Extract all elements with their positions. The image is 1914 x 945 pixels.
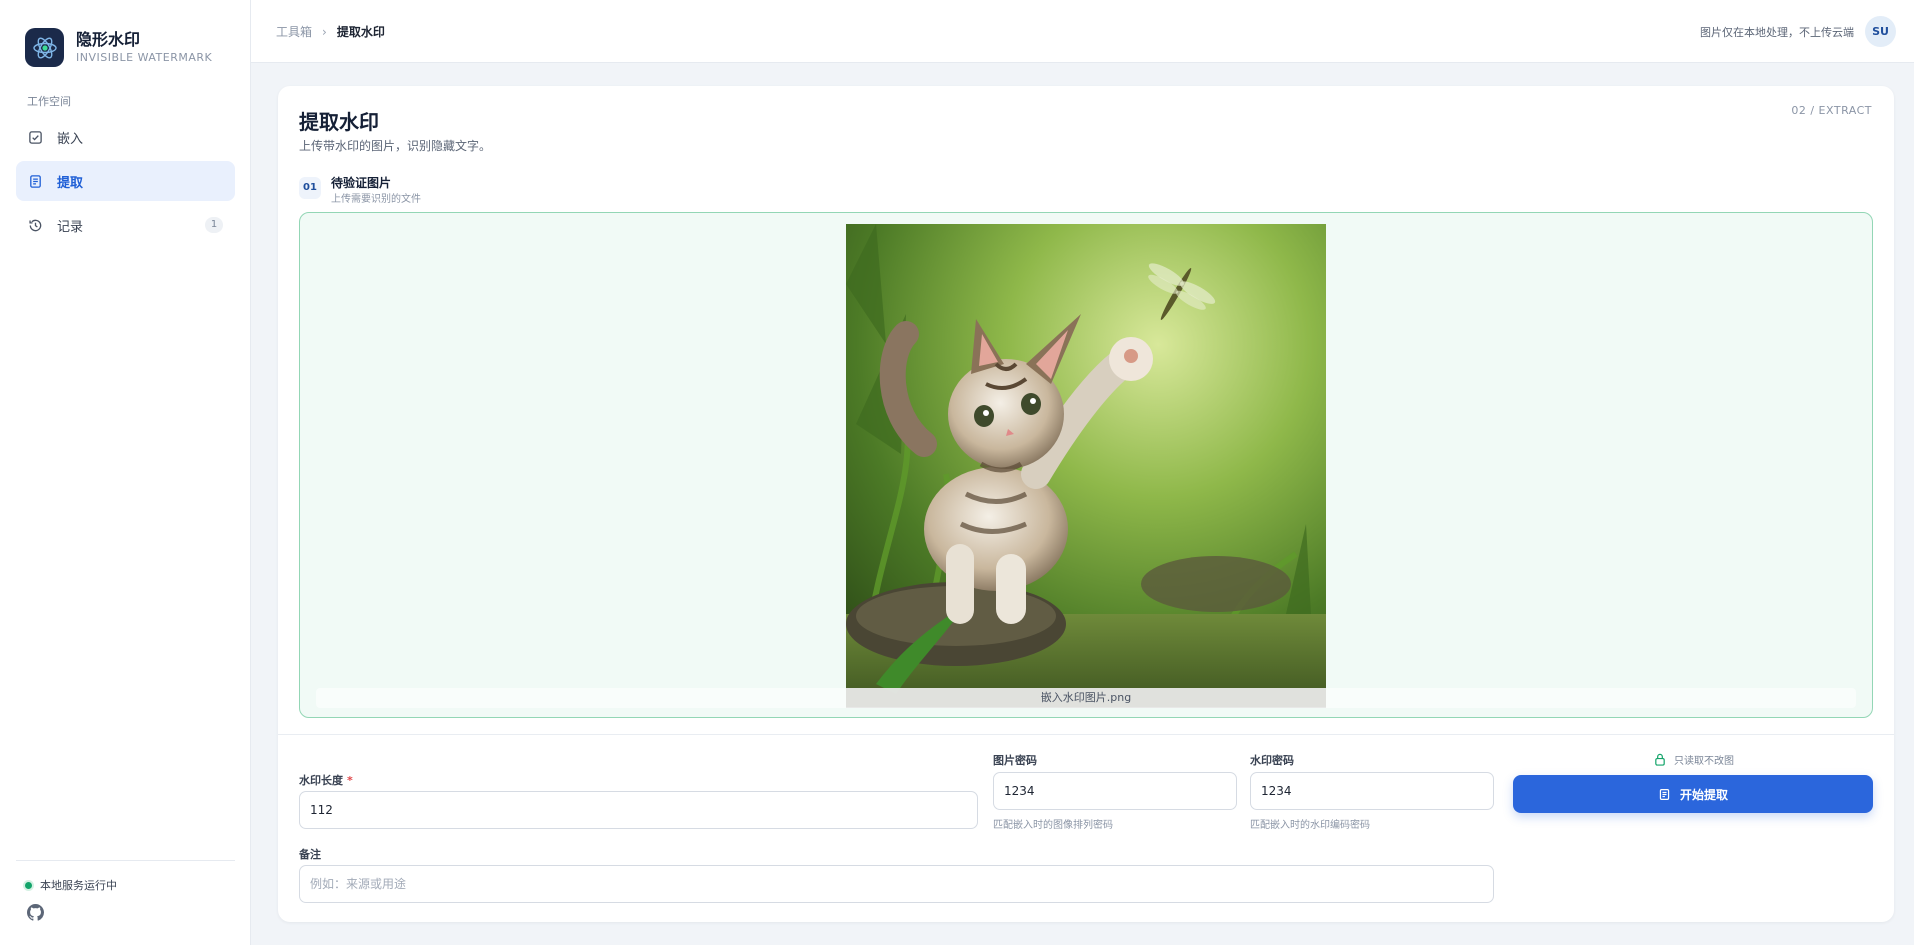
page-title: 提取水印 xyxy=(299,110,379,134)
upload-dropzone[interactable]: 嵌入水印图片.png xyxy=(299,212,1873,718)
step-subtitle: 上传需要识别的文件 xyxy=(331,194,421,205)
watermark-password-hint: 匹配嵌入时的水印编码密码 xyxy=(1250,820,1370,831)
brand-title: 隐形水印 xyxy=(76,29,141,49)
sidebar-item-label: 提取 xyxy=(57,175,84,191)
uploaded-filename: 嵌入水印图片.png xyxy=(846,688,1326,708)
sidebar-item-label: 记录 xyxy=(57,219,84,235)
step-tag: 02 / EXTRACT xyxy=(1791,104,1872,117)
sidebar-item-history[interactable]: 记录 1 xyxy=(16,205,235,245)
privacy-note: 图片仅在本地处理，不上传云端 xyxy=(1700,26,1854,39)
lock-icon xyxy=(1655,753,1665,766)
sidebar: 隐形水印 INVISIBLE WATERMARK 工作空间 嵌入 提取 记录 1… xyxy=(0,0,251,945)
image-password-hint: 匹配嵌入时的图像排列密码 xyxy=(993,820,1113,831)
sidebar-divider xyxy=(16,860,235,861)
atom-logo-icon xyxy=(25,28,64,67)
uploaded-image-preview xyxy=(846,224,1326,707)
breadcrumb-root[interactable]: 工具箱 xyxy=(276,23,312,40)
sidebar-item-label: 嵌入 xyxy=(57,131,84,147)
image-password-label: 图片密码 xyxy=(993,754,1037,767)
step-number: 01 xyxy=(299,177,321,199)
brand[interactable]: 隐形水印 INVISIBLE WATERMARK xyxy=(25,28,212,67)
start-extract-button[interactable]: 开始提取 xyxy=(1513,775,1873,813)
breadcrumb-current: 提取水印 xyxy=(336,25,385,39)
document-icon xyxy=(1659,788,1670,800)
card-divider xyxy=(278,734,1894,735)
note-input[interactable]: 例如：来源或用途 xyxy=(299,865,1494,903)
topbar: 工具箱 › 提取水印 图片仅在本地处理，不上传云端 SU xyxy=(251,0,1914,63)
readonly-note: 只读取不改图 xyxy=(1654,752,1734,767)
chevron-right-icon: › xyxy=(322,24,327,39)
readonly-note-text: 只读取不改图 xyxy=(1674,756,1734,767)
watermark-password-label: 水印密码 xyxy=(1250,754,1294,767)
sidebar-section-label: 工作空间 xyxy=(27,95,71,108)
extract-card: 提取水印 上传带水印的图片，识别隐藏文字。 02 / EXTRACT 01 待验… xyxy=(278,86,1894,922)
history-icon xyxy=(29,219,42,231)
status-dot-icon xyxy=(25,881,32,889)
required-mark: * xyxy=(347,774,353,787)
service-status: 本地服务运行中 xyxy=(25,877,117,893)
breadcrumb: 工具箱 › 提取水印 xyxy=(276,23,385,40)
start-extract-label: 开始提取 xyxy=(1679,787,1728,802)
watermark-length-input[interactable]: 112 xyxy=(299,791,978,829)
step-title: 待验证图片 xyxy=(331,176,392,190)
document-icon xyxy=(30,174,41,188)
watermark-password-input[interactable]: 1234 xyxy=(1250,772,1494,810)
note-label: 备注 xyxy=(299,848,321,861)
avatar[interactable]: SU xyxy=(1865,16,1896,47)
sidebar-item-embed[interactable]: 嵌入 xyxy=(16,117,235,157)
watermark-length-label-text: 水印长度 xyxy=(299,774,343,787)
history-count-badge: 1 xyxy=(205,217,223,233)
image-password-input[interactable]: 1234 xyxy=(993,772,1237,810)
page-subtitle: 上传带水印的图片，识别隐藏文字。 xyxy=(299,139,492,153)
sidebar-item-extract[interactable]: 提取 xyxy=(16,161,235,201)
service-status-text: 本地服务运行中 xyxy=(40,879,117,892)
watermark-length-label: 水印长度 * xyxy=(299,772,353,788)
check-square-icon xyxy=(29,130,42,144)
brand-subtitle: INVISIBLE WATERMARK xyxy=(76,50,213,64)
github-icon[interactable] xyxy=(27,904,44,925)
